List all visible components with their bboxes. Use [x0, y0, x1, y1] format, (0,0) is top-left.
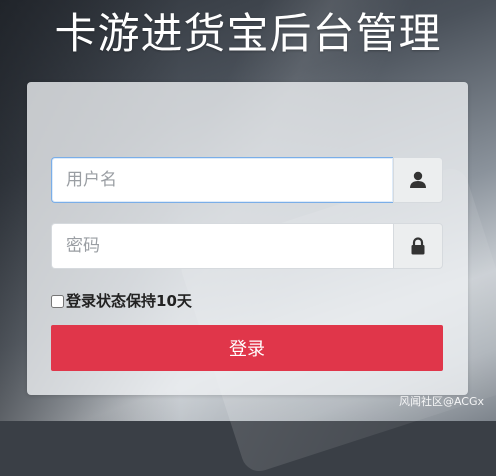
remember-label: 登录状态保持10天	[66, 292, 192, 310]
watermark-text: 风闻社区@ACGx	[398, 395, 484, 408]
remember-login-option[interactable]: 登录状态保持10天	[51, 290, 192, 312]
login-panel: 登录状态保持10天 登录	[27, 82, 468, 395]
username-input[interactable]	[51, 157, 393, 203]
login-button[interactable]: 登录	[51, 325, 443, 371]
password-input-group	[51, 223, 443, 269]
lock-icon	[408, 236, 428, 256]
password-addon	[393, 223, 443, 269]
username-addon	[393, 157, 443, 203]
remember-checkbox[interactable]	[51, 294, 64, 308]
user-icon	[408, 170, 428, 190]
password-input[interactable]	[51, 223, 393, 269]
username-input-group	[51, 157, 443, 203]
page-title: 卡游进货宝后台管理	[54, 9, 442, 58]
